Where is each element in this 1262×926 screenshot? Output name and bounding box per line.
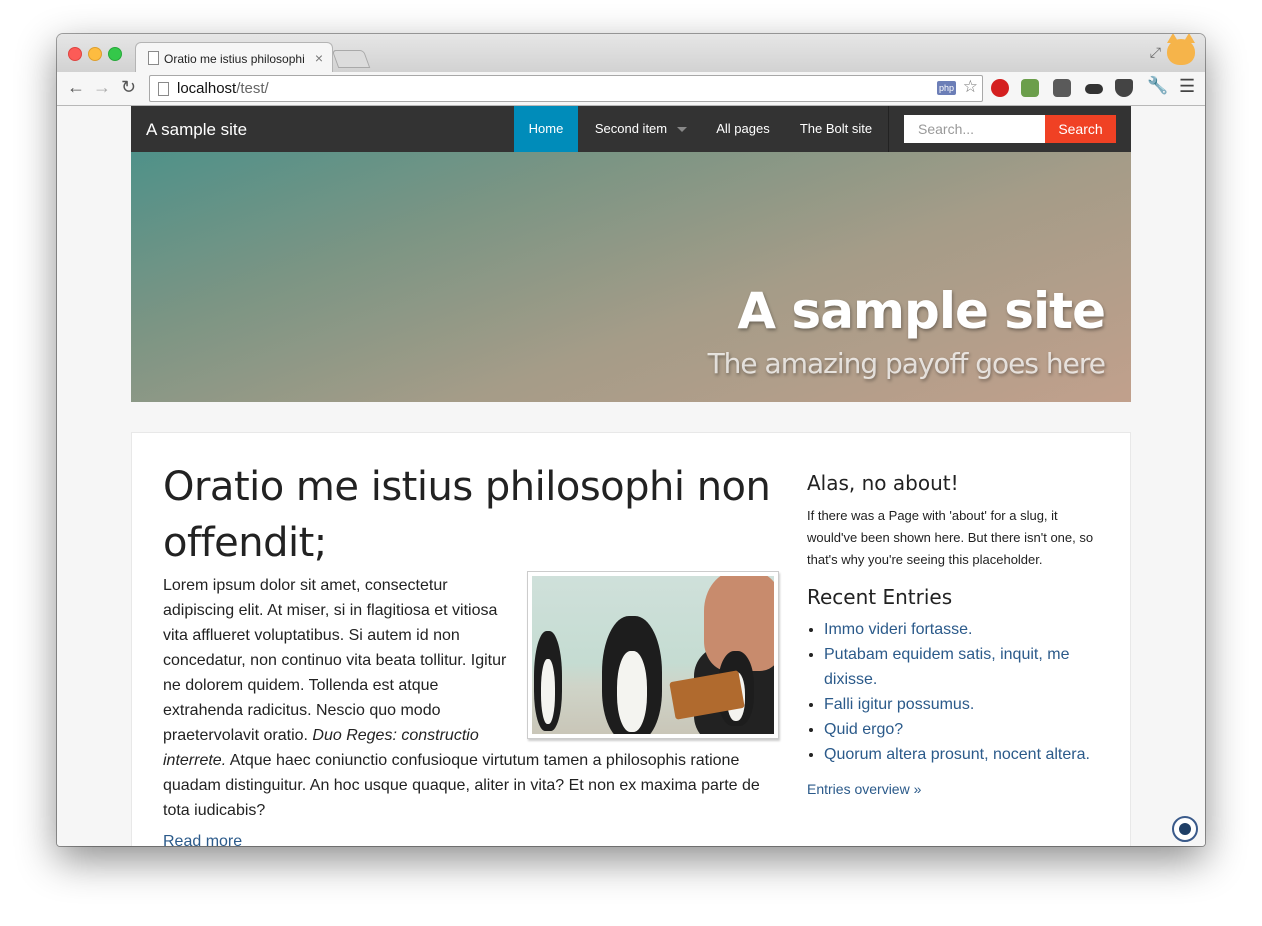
back-arrow-icon[interactable]: ← xyxy=(67,77,85,98)
tab-strip: Oratio me istius philosophi non offendit… xyxy=(57,34,1205,73)
nav-second-item[interactable]: Second item xyxy=(591,106,691,152)
minimize-window-button[interactable] xyxy=(88,47,102,61)
entries-overview-link[interactable]: Entries overview » xyxy=(807,781,1107,797)
close-window-button[interactable] xyxy=(68,47,82,61)
about-heading: Alas, no about! xyxy=(807,471,959,495)
fullscreen-icon[interactable]: ⤢ xyxy=(1150,44,1161,61)
recent-entries-list: Immo videri fortasse. Putabam equidem sa… xyxy=(807,617,1107,767)
search-input[interactable] xyxy=(904,115,1045,143)
mask-extension-icon[interactable] xyxy=(1085,84,1103,94)
reload-icon[interactable]: ↻ xyxy=(121,77,136,98)
pocket-extension-icon[interactable] xyxy=(1115,79,1133,97)
green-extension-icon[interactable] xyxy=(1021,79,1039,97)
hero-banner: A sample site The amazing payoff goes he… xyxy=(131,152,1131,402)
list-item: Immo videri fortasse. xyxy=(824,617,1107,642)
wrench-icon[interactable]: 🔧 xyxy=(1147,76,1168,96)
recent-entries-heading: Recent Entries xyxy=(807,585,953,609)
browser-window: Oratio me istius philosophi non offendit… xyxy=(57,34,1205,846)
search-button[interactable]: Search xyxy=(1045,115,1116,143)
stop-extension-icon[interactable] xyxy=(991,79,1009,97)
bookmark-star-icon[interactable]: ☆ xyxy=(963,77,978,97)
content-card: Oratio me istius philosophi non offendit… xyxy=(131,432,1131,846)
new-tab-button[interactable] xyxy=(331,50,371,68)
list-item: Quid ergo? xyxy=(824,717,1107,742)
read-more-link[interactable]: Read more xyxy=(163,833,779,846)
browser-toolbar: ← → ↻ localhost/test/ php ☆ 🔧 ☰ xyxy=(57,72,1205,106)
evernote-extension-icon[interactable] xyxy=(1053,79,1071,97)
entry-link[interactable]: Falli igitur possumus. xyxy=(824,696,974,713)
site-brand[interactable]: A sample site xyxy=(146,120,247,140)
nav-bolt-site[interactable]: The Bolt site xyxy=(793,106,879,152)
page-icon xyxy=(158,82,169,96)
article-title: Oratio me istius philosophi non offendit… xyxy=(163,464,771,566)
list-item: Falli igitur possumus. xyxy=(824,692,1107,717)
penguins-image[interactable] xyxy=(527,571,779,739)
nav-divider xyxy=(888,106,889,152)
article-text: Lorem ipsum dolor sit amet, consectetur … xyxy=(163,577,507,744)
article-text: Atque haec coniunctio confusioque virtut… xyxy=(163,752,760,819)
forward-arrow-icon[interactable]: → xyxy=(93,77,111,98)
menu-icon[interactable]: ☰ xyxy=(1179,76,1195,97)
page-viewport: A sample site Home Second item All pages… xyxy=(57,106,1205,846)
hero-title: A sample site xyxy=(737,282,1106,340)
nav-home[interactable]: Home xyxy=(514,106,578,152)
entry-link[interactable]: Quorum altera prosunt, nocent altera. xyxy=(824,746,1090,763)
browser-tab-active[interactable]: Oratio me istius philosophi non offendit… xyxy=(135,42,333,73)
zoom-window-button[interactable] xyxy=(108,47,122,61)
page-icon xyxy=(148,51,159,65)
address-bar[interactable]: localhost/test/ php ☆ xyxy=(149,75,983,102)
hero-payoff: The amazing payoff goes here xyxy=(707,347,1106,380)
bolt-logo-icon[interactable] xyxy=(1172,816,1198,842)
user-profile-cat-icon[interactable] xyxy=(1167,34,1195,65)
nav-all-pages[interactable]: All pages xyxy=(706,106,780,152)
article-body: Lorem ipsum dolor sit amet, consectetur … xyxy=(163,571,779,823)
entry-link[interactable]: Quid ergo? xyxy=(824,721,903,738)
caret-down-icon xyxy=(677,127,688,133)
tab-close-icon[interactable]: × xyxy=(315,50,323,66)
tab-title: Oratio me istius philosophi non offendit… xyxy=(164,52,306,66)
site-navbar: A sample site Home Second item All pages… xyxy=(131,106,1131,152)
url-text[interactable]: localhost/test/ xyxy=(177,80,269,97)
list-item: Putabam equidem satis, inquit, me dixiss… xyxy=(824,642,1107,692)
article: Oratio me istius philosophi non offendit… xyxy=(163,459,779,846)
entry-link[interactable]: Immo videri fortasse. xyxy=(824,621,972,638)
entry-link[interactable]: Putabam equidem satis, inquit, me dixiss… xyxy=(824,646,1069,688)
about-text: If there was a Page with 'about' for a s… xyxy=(807,508,1094,567)
php-extension-icon[interactable]: php xyxy=(936,81,956,95)
list-item: Quorum altera prosunt, nocent altera. xyxy=(824,742,1107,767)
sidebar: Alas, no about! If there was a Page with… xyxy=(807,471,1107,797)
